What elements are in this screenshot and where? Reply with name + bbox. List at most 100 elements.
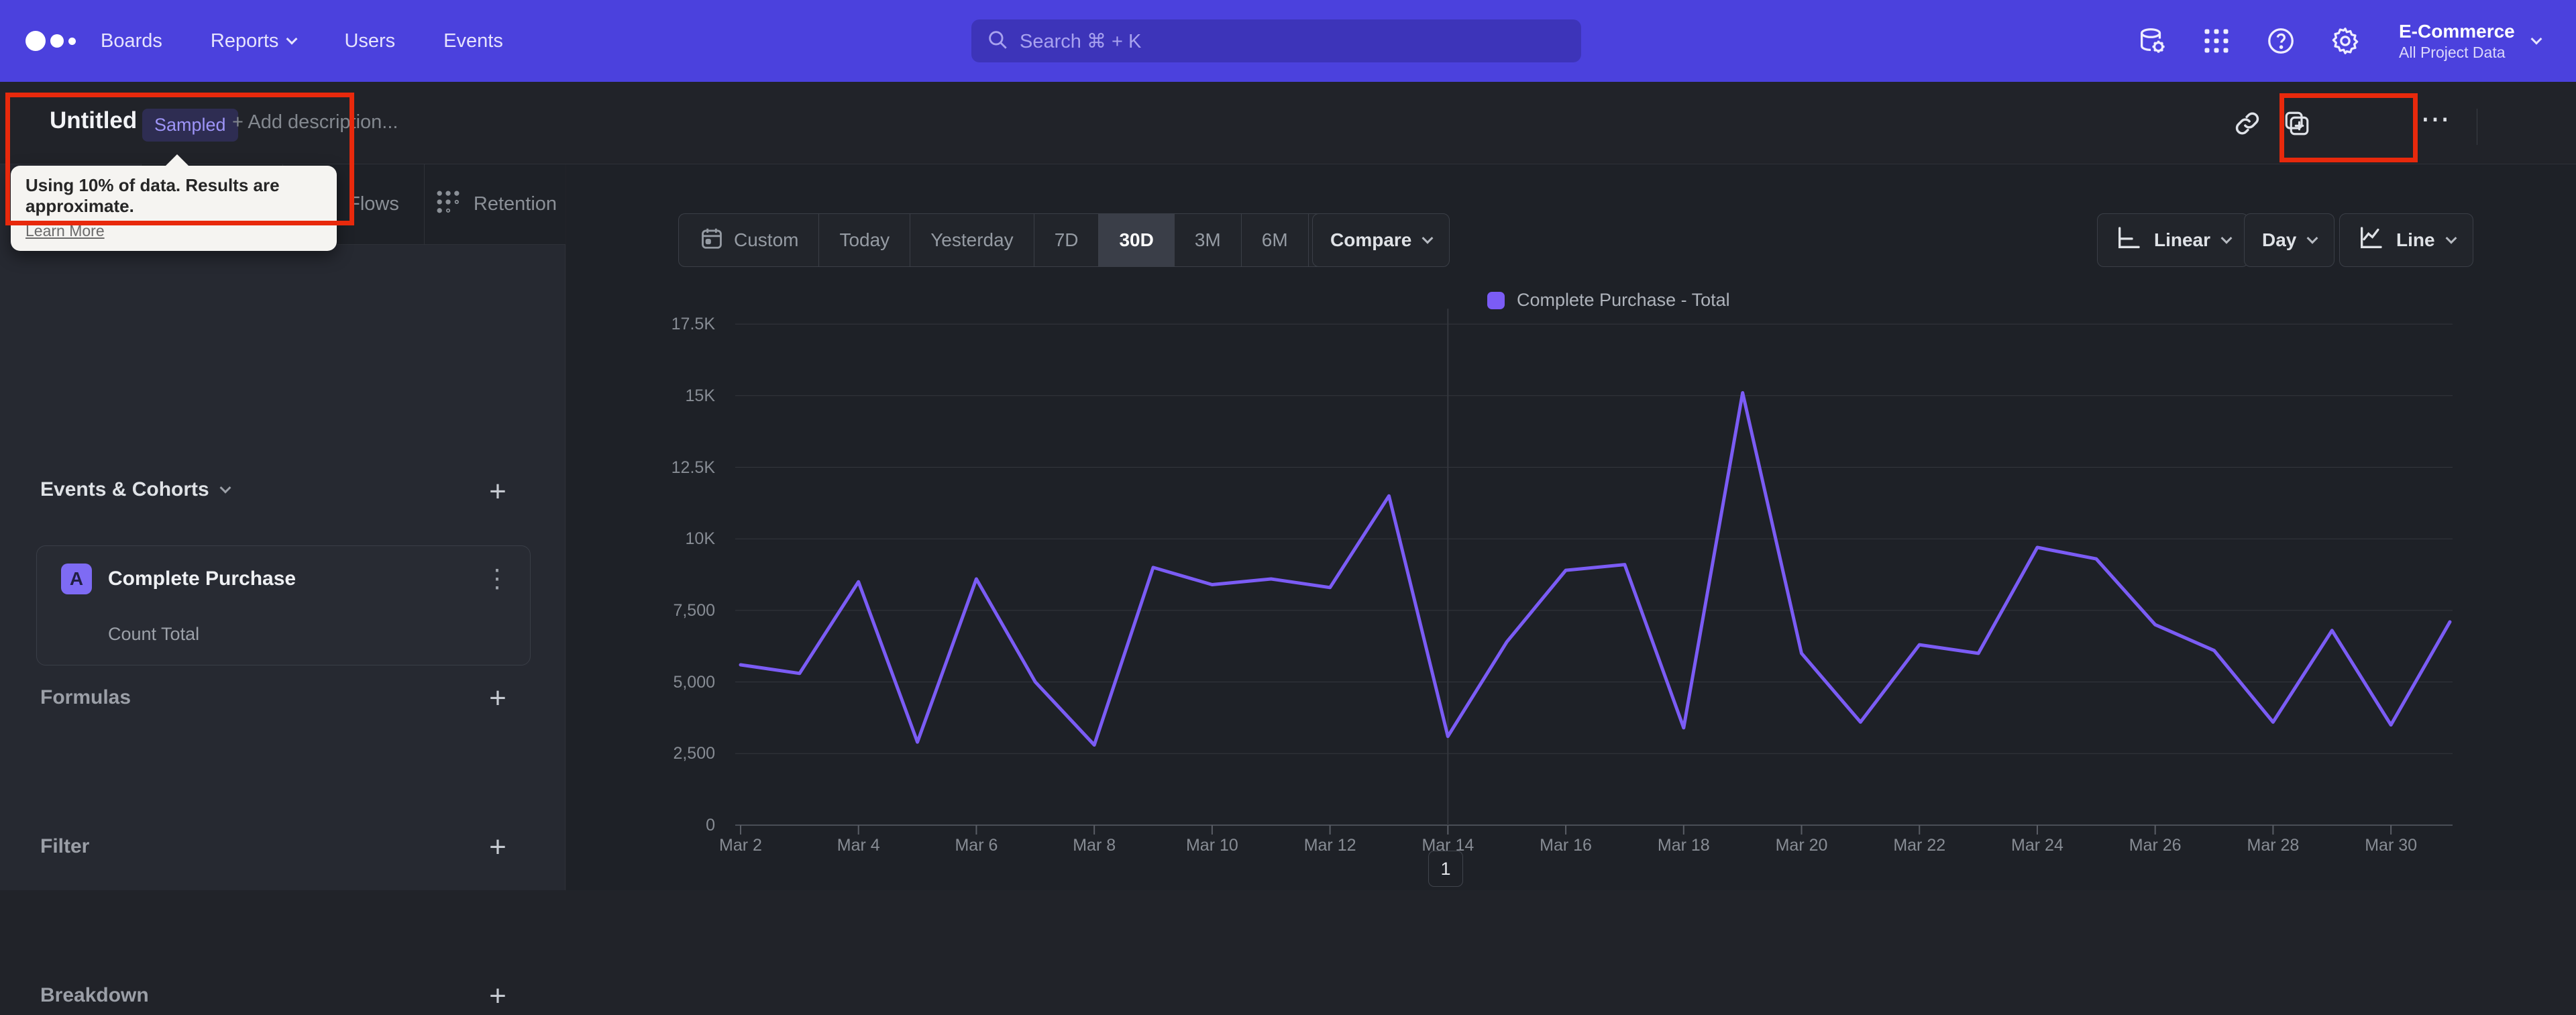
y-tick-label: 2,500 <box>673 744 715 763</box>
x-tick-label: Mar 16 <box>1540 836 1592 855</box>
chart-type-label: Line <box>2396 229 2435 250</box>
mixpanel-logo-icon[interactable] <box>25 0 76 82</box>
compare-label: Compare <box>1330 229 1412 250</box>
chevron-down-icon <box>2530 33 2542 45</box>
x-tick-label: Mar 22 <box>1893 836 1946 855</box>
nav-utility-icons <box>2135 0 2363 82</box>
top-nav: Boards Reports Users Events Search ⌘ + K <box>0 0 2576 82</box>
nav-item-events[interactable]: Events <box>443 30 503 52</box>
chevron-down-icon <box>2306 232 2318 244</box>
add-to-board-icon[interactable] <box>2278 105 2316 142</box>
sampling-tooltip: Using 10% of data. Results are approxima… <box>11 154 337 251</box>
sampled-badge[interactable]: Sampled <box>142 109 238 142</box>
x-tick-label: Mar 26 <box>2129 836 2182 855</box>
x-tick-label: Mar 24 <box>2011 836 2063 855</box>
section-label-filter: Filter <box>40 835 90 857</box>
x-tick-label: Mar 30 <box>2365 836 2418 855</box>
x-tick-label: Mar 2 <box>719 836 762 855</box>
date-range-control: CustomTodayYesterday7D30D3M6M12M <box>678 213 1387 267</box>
interval-label: Day <box>2262 229 2297 250</box>
pagination-page-1[interactable]: 1 <box>1428 851 1463 887</box>
x-tick-label: Mar 4 <box>837 836 880 855</box>
add-description-field[interactable]: + Add description... <box>232 111 398 133</box>
scale-label: Linear <box>2154 229 2211 250</box>
add-breakdown-button[interactable]: + <box>479 977 517 1015</box>
retention-icon <box>433 187 463 222</box>
project-selector[interactable]: E-Commerce All Project Data <box>2399 0 2542 82</box>
x-tick-label: Mar 18 <box>1657 836 1710 855</box>
event-metric[interactable]: Count Total <box>108 624 199 645</box>
compare-dropdown[interactable]: Compare <box>1312 213 1450 267</box>
content: InsightsFunnelsFlowsRetention Events & C… <box>0 164 2576 1012</box>
tab-retention[interactable]: Retention <box>425 164 566 245</box>
events-cohorts-header[interactable]: Events & Cohorts <box>40 478 231 501</box>
settings-gear-icon[interactable] <box>2328 25 2363 56</box>
y-tick-label: 5,000 <box>673 672 715 692</box>
project-name: E-Commerce <box>2399 21 2515 42</box>
x-tick-label: Mar 8 <box>1073 836 1116 855</box>
help-icon[interactable] <box>2263 25 2298 56</box>
range-30d[interactable]: 30D <box>1099 214 1175 266</box>
tooltip-text: Using 10% of data. Results are approxima… <box>25 175 280 216</box>
chart-panel: CustomTodayYesterday7D30D3M6M12M Compare… <box>566 164 2576 890</box>
x-tick-label: Mar 10 <box>1185 836 1238 855</box>
linear-axis-icon <box>2115 225 2142 256</box>
chevron-down-icon <box>2220 232 2233 244</box>
x-tick-label: Mar 12 <box>1303 836 1356 855</box>
y-tick-label: 10K <box>685 529 715 549</box>
range-custom[interactable]: Custom <box>679 214 820 266</box>
y-tick-label: 12.5K <box>671 458 715 477</box>
section-label-formulas: Formulas <box>40 686 131 708</box>
report-title[interactable]: Untitled <box>50 107 137 134</box>
line-chart-plot[interactable] <box>735 309 2453 845</box>
add-filter-button[interactable]: + <box>479 829 517 866</box>
nav-items: Boards Reports Users Events <box>101 0 503 82</box>
data-management-icon[interactable] <box>2135 25 2169 56</box>
search-placeholder: Search ⌘ + K <box>1020 30 1142 52</box>
nav-item-users[interactable]: Users <box>344 30 395 52</box>
interval-dropdown[interactable]: Day <box>2244 213 2335 267</box>
event-card[interactable]: A Complete Purchase ⋮ Count Total <box>36 545 531 665</box>
range-yesterday[interactable]: Yesterday <box>910 214 1034 266</box>
project-scope: All Project Data <box>2399 44 2506 62</box>
scale-dropdown[interactable]: Linear <box>2097 213 2249 267</box>
tooltip-learn-more-link[interactable]: Learn More <box>25 222 105 240</box>
page-number: 1 <box>1440 858 1451 879</box>
add-event-button[interactable]: + <box>479 473 517 511</box>
y-tick-label: 7,500 <box>673 600 715 620</box>
chart-type-dropdown[interactable]: Line <box>2339 213 2473 267</box>
range-3m[interactable]: 3M <box>1175 214 1242 266</box>
y-tick-label: 15K <box>685 386 715 405</box>
chevron-down-icon <box>286 33 298 45</box>
event-name: Complete Purchase <box>108 568 297 590</box>
kebab-menu-icon[interactable]: ⋮ <box>484 564 510 594</box>
search-input[interactable]: Search ⌘ + K <box>971 19 1581 62</box>
x-tick-label: Mar 6 <box>955 836 998 855</box>
calendar-icon <box>699 225 724 256</box>
range-7d[interactable]: 7D <box>1034 214 1099 266</box>
nav-item-boards[interactable]: Boards <box>101 30 162 52</box>
chevron-down-icon <box>219 482 231 494</box>
section-label-breakdown: Breakdown <box>40 984 149 1006</box>
query-builder-sidebar: InsightsFunnelsFlowsRetention Events & C… <box>0 164 566 1012</box>
chart-legend[interactable]: Complete Purchase - Total <box>1487 290 1730 311</box>
report-header: Untitled Sampled + Add description... ⋯ … <box>0 82 2576 225</box>
y-tick-label: 0 <box>706 816 715 835</box>
apps-grid-icon[interactable] <box>2199 27 2234 55</box>
chevron-down-icon <box>1421 232 1434 244</box>
x-tick-label: Mar 28 <box>2247 836 2300 855</box>
legend-label: Complete Purchase - Total <box>1517 290 1730 310</box>
more-options-button[interactable]: ⋯ <box>2420 102 2451 136</box>
add-formulas-button[interactable]: + <box>479 680 517 717</box>
nav-item-reports[interactable]: Reports <box>211 30 298 52</box>
share-link-icon[interactable] <box>2229 105 2266 142</box>
range-today[interactable]: Today <box>819 214 911 266</box>
event-series-badge: A <box>61 564 92 594</box>
y-tick-label: 17.5K <box>671 315 715 334</box>
line-chart-icon <box>2357 225 2384 256</box>
chevron-down-icon <box>2445 232 2457 244</box>
events-cohorts-label: Events & Cohorts <box>40 478 209 500</box>
x-tick-label: Mar 20 <box>1775 836 1828 855</box>
range-6m[interactable]: 6M <box>1242 214 1309 266</box>
search-icon <box>986 28 1009 54</box>
